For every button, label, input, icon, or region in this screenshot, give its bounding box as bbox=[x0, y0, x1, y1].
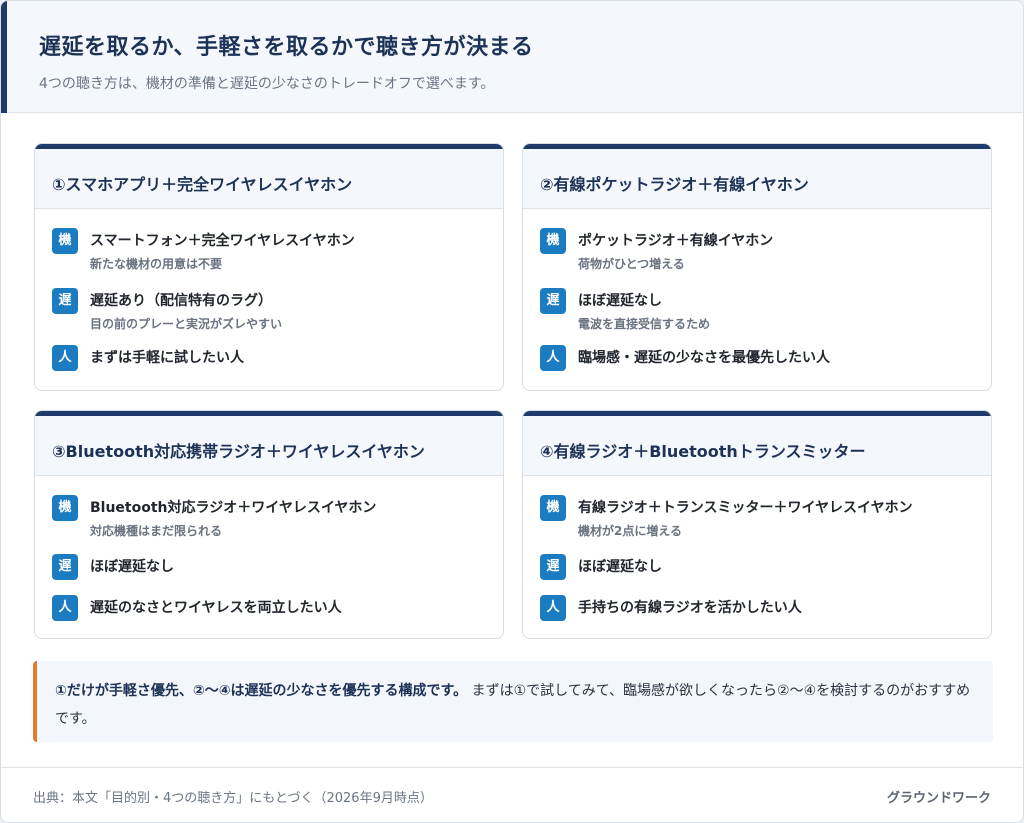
infographic-frame: 遅延を取るか、手軽さを取るかで聴き方が決まる 4つの聴き方は、機材の準備と遅延の… bbox=[0, 0, 1024, 823]
card-header: ④有線ラジオ＋Bluetoothトランスミッター bbox=[523, 416, 991, 476]
card-title: ③Bluetooth対応携帯ラジオ＋ワイヤレスイヤホン bbox=[52, 442, 425, 461]
latency-text: ほぼ遅延なし bbox=[578, 293, 662, 309]
latency-text: 遅延あり（配信特有のラグ） bbox=[90, 293, 272, 309]
person-text: 手持ちの有線ラジオを活かしたい人 bbox=[578, 600, 802, 616]
equipment-badge-icon: 機 bbox=[540, 495, 566, 521]
summary-text: ①だけが手軽さ優先、②〜④は遅延の少なさを優先する構成です。 まずは①で試してみ… bbox=[55, 677, 975, 733]
latency-text: ほぼ遅延なし bbox=[90, 559, 174, 575]
option-card-3: ③Bluetooth対応携帯ラジオ＋ワイヤレスイヤホン 機 Bluetooth対… bbox=[34, 410, 504, 639]
footer: 出典：本文「目的別・4つの聴き方」にもとづく（2026年9月時点） グラウンドワ… bbox=[1, 767, 1023, 822]
page-title: 遅延を取るか、手軽さを取るかで聴き方が決まる bbox=[39, 35, 534, 60]
card-title: ②有線ポケットラジオ＋有線イヤホン bbox=[540, 175, 809, 194]
latency-badge-icon: 遅 bbox=[540, 554, 566, 580]
summary-note: ①だけが手軽さ優先、②〜④は遅延の少なさを優先する構成です。 まずは①で試してみ… bbox=[33, 661, 993, 742]
latency-badge-icon: 遅 bbox=[540, 288, 566, 314]
equipment-note: 機材が2点に増える bbox=[578, 524, 682, 538]
equipment-note: 新たな機材の用意は不要 bbox=[90, 257, 223, 271]
option-card-4: ④有線ラジオ＋Bluetoothトランスミッター 機 有線ラジオ＋トランスミッタ… bbox=[522, 410, 992, 639]
source-citation: 出典：本文「目的別・4つの聴き方」にもとづく（2026年9月時点） bbox=[33, 791, 433, 806]
card-header: ③Bluetooth対応携帯ラジオ＋ワイヤレスイヤホン bbox=[35, 416, 503, 476]
person-badge-icon: 人 bbox=[540, 345, 566, 371]
equipment-text: Bluetooth対応ラジオ＋ワイヤレスイヤホン bbox=[90, 500, 377, 516]
equipment-badge-icon: 機 bbox=[52, 495, 78, 521]
option-card-2: ②有線ポケットラジオ＋有線イヤホン 機 ポケットラジオ＋有線イヤホン 荷物がひと… bbox=[522, 143, 992, 391]
equipment-text: 有線ラジオ＋トランスミッター＋ワイヤレスイヤホン bbox=[578, 500, 913, 516]
header: 遅延を取るか、手軽さを取るかで聴き方が決まる 4つの聴き方は、機材の準備と遅延の… bbox=[1, 1, 1023, 113]
person-text: まずは手軽に試したい人 bbox=[90, 350, 244, 366]
equipment-text: スマートフォン＋完全ワイヤレスイヤホン bbox=[90, 233, 355, 249]
brand-name: グラウンドワーク bbox=[886, 791, 991, 806]
latency-note: 目の前のプレーと実況がズレやすい bbox=[90, 317, 283, 331]
equipment-badge-icon: 機 bbox=[540, 228, 566, 254]
equipment-note: 荷物がひとつ増える bbox=[578, 257, 685, 271]
summary-emphasis: ①だけが手軽さ優先、②〜④は遅延の少なさを優先する構成です。 bbox=[55, 683, 468, 699]
header-accent-bar bbox=[1, 1, 7, 113]
equipment-badge-icon: 機 bbox=[52, 228, 78, 254]
latency-note: 電波を直接受信するため bbox=[578, 317, 711, 331]
note-accent-bar bbox=[33, 661, 37, 742]
option-card-1: ①スマホアプリ＋完全ワイヤレスイヤホン 機 スマートフォン＋完全ワイヤレスイヤホ… bbox=[34, 143, 504, 391]
equipment-note: 対応機種はまだ限られる bbox=[90, 524, 223, 538]
person-badge-icon: 人 bbox=[52, 345, 78, 371]
latency-text: ほぼ遅延なし bbox=[578, 559, 662, 575]
person-text: 遅延のなさとワイヤレスを両立したい人 bbox=[90, 600, 342, 616]
page-subtitle: 4つの聴き方は、機材の準備と遅延の少なさのトレードオフで選べます。 bbox=[39, 76, 495, 92]
latency-badge-icon: 遅 bbox=[52, 288, 78, 314]
person-badge-icon: 人 bbox=[540, 595, 566, 621]
card-header: ①スマホアプリ＋完全ワイヤレスイヤホン bbox=[35, 149, 503, 209]
equipment-text: ポケットラジオ＋有線イヤホン bbox=[578, 233, 774, 249]
latency-badge-icon: 遅 bbox=[52, 554, 78, 580]
person-badge-icon: 人 bbox=[52, 595, 78, 621]
card-title: ①スマホアプリ＋完全ワイヤレスイヤホン bbox=[52, 175, 353, 194]
card-header: ②有線ポケットラジオ＋有線イヤホン bbox=[523, 149, 991, 209]
person-text: 臨場感・遅延の少なさを最優先したい人 bbox=[578, 350, 830, 366]
card-title: ④有線ラジオ＋Bluetoothトランスミッター bbox=[540, 442, 866, 461]
